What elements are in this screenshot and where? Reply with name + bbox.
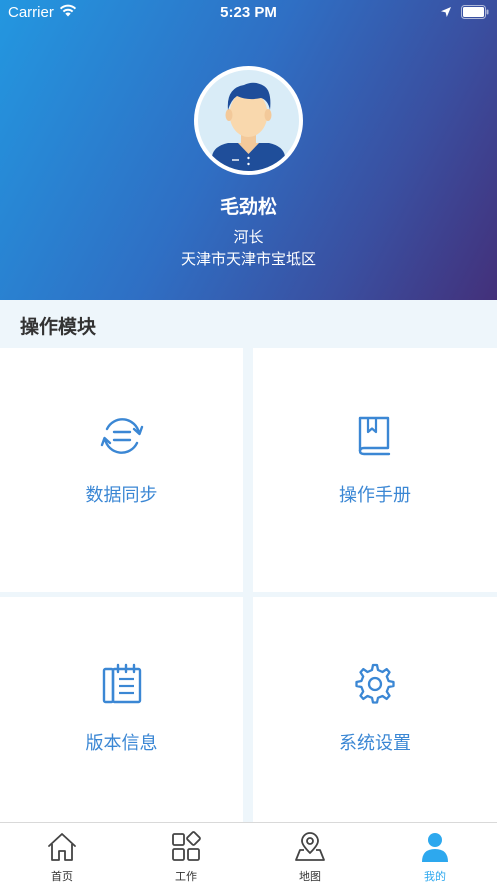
user-name: 毛劲松 (219, 196, 277, 218)
gear-icon (355, 663, 395, 704)
profile-header: Carrier 5:23 PM 毛劲松 河长 天津市天津市宝坻区 (0, 0, 497, 300)
notebook-icon (102, 663, 141, 704)
profile-screen: Carrier 5:23 PM 毛劲松 河长 天津市天津市宝坻区 操作模块 数据… (0, 0, 497, 883)
tab-label: 地图 (299, 870, 321, 883)
tab-home[interactable]: 首页 (0, 823, 124, 883)
module-data-sync[interactable]: 数据同步 (0, 348, 243, 592)
module-label: 版本信息 (85, 733, 158, 754)
location-arrow-icon (441, 7, 451, 17)
home-icon (48, 833, 76, 861)
person-icon (422, 833, 448, 862)
tab-label: 工作 (175, 870, 197, 883)
book-icon (358, 416, 391, 456)
map-pin-icon (295, 832, 325, 861)
apps-icon (172, 831, 201, 861)
tab-map[interactable]: 地图 (248, 823, 372, 883)
tab-work[interactable]: 工作 (124, 823, 248, 883)
section-title: 操作模块 (20, 316, 97, 338)
module-version-info[interactable]: 版本信息 (0, 597, 243, 822)
module-label: 系统设置 (339, 733, 411, 754)
module-manual[interactable]: 操作手册 (253, 348, 497, 592)
status-bar: Carrier 5:23 PM (0, 0, 497, 26)
module-label: 操作手册 (339, 485, 411, 506)
tab-mine[interactable]: 我的 (373, 823, 497, 883)
user-region: 天津市天津市宝坻区 (180, 250, 316, 268)
tab-label: 我的 (424, 870, 446, 883)
module-settings[interactable]: 系统设置 (253, 597, 497, 822)
tab-label: 首页 (51, 870, 73, 883)
sync-icon (100, 418, 143, 454)
avatar-illustration (198, 70, 299, 171)
battery-icon (461, 5, 489, 19)
section-header: 操作模块 (0, 300, 497, 348)
user-role: 河长 (233, 228, 264, 246)
status-time: 5:23 PM (220, 4, 277, 21)
tab-bar: 首页 工作 地图 我的 (0, 822, 497, 883)
module-label: 数据同步 (85, 485, 158, 506)
avatar[interactable] (194, 66, 303, 175)
